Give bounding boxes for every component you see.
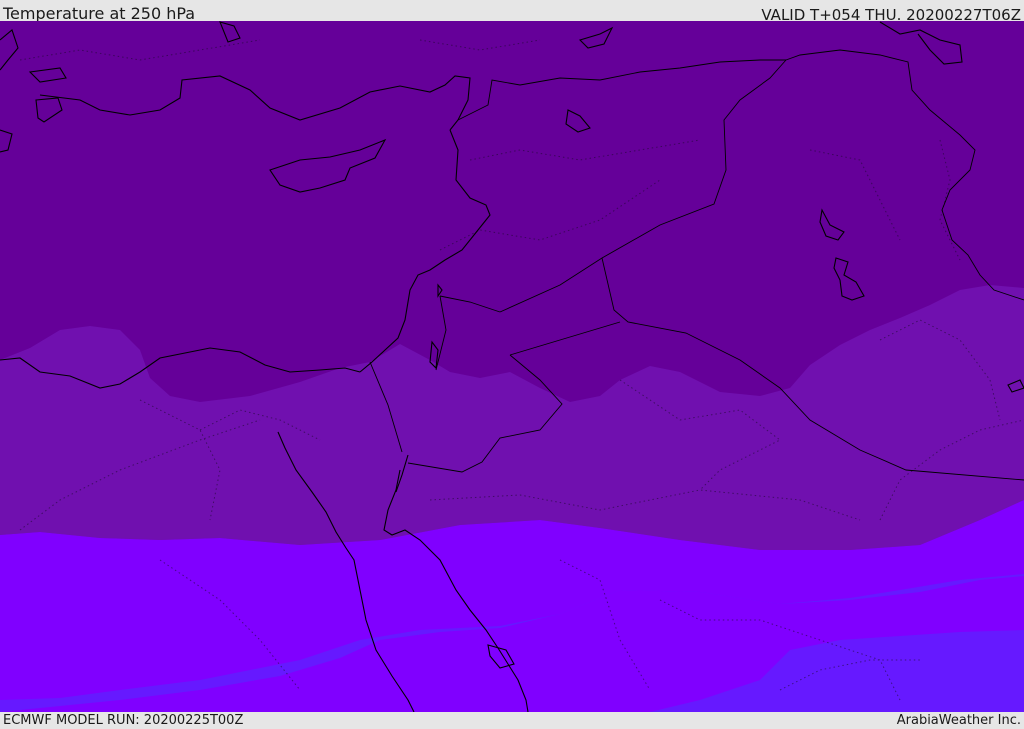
map-canvas	[0, 21, 1024, 712]
credit-label: ArabiaWeather Inc.	[896, 713, 1021, 728]
model-run-label: ECMWF MODEL RUN: 20200225T00Z	[3, 713, 244, 728]
forecast-map[interactable]	[0, 21, 1024, 712]
footer-bar: ECMWF MODEL RUN: 20200225T00Z ArabiaWeat…	[0, 712, 1024, 729]
header-bar: Temperature at 250 hPa VALID T+054 THU. …	[0, 0, 1024, 24]
